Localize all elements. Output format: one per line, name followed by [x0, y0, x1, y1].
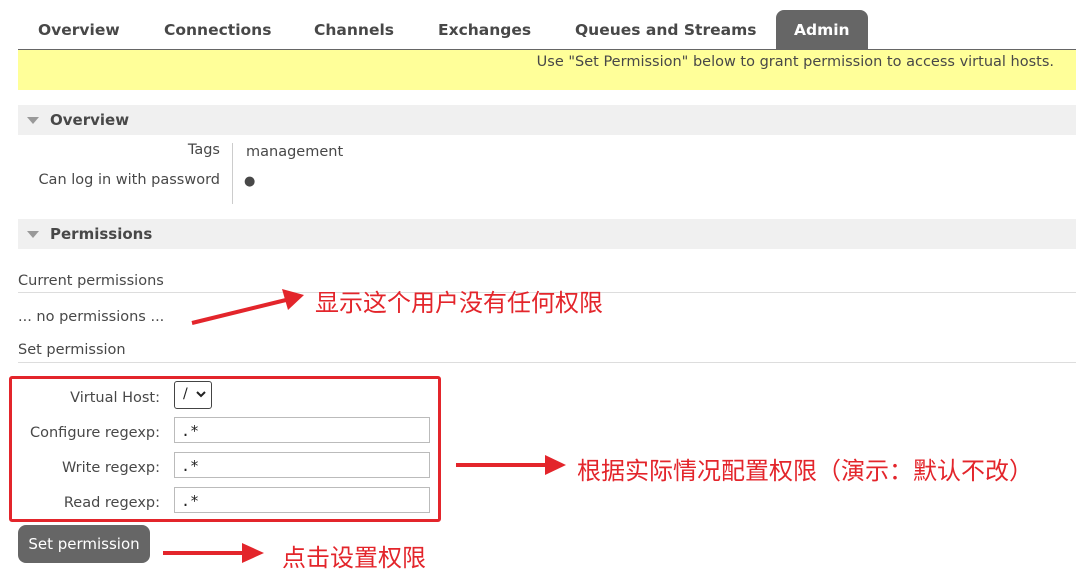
arrow-icon: [456, 455, 566, 475]
arrow-head: [282, 289, 304, 310]
arrow-head: [242, 543, 264, 563]
annotation-click-set: 点击设置权限: [282, 544, 426, 572]
arrow-icon: [191, 289, 304, 325]
annotation-configure-permissions: 根据实际情况配置权限（演示：默认不改）: [577, 457, 1033, 485]
arrow-head: [545, 455, 566, 475]
arrow-line: [191, 297, 291, 325]
annotation-no-permissions: 显示这个用户没有任何权限: [315, 289, 603, 317]
arrow-icon: [163, 543, 264, 563]
